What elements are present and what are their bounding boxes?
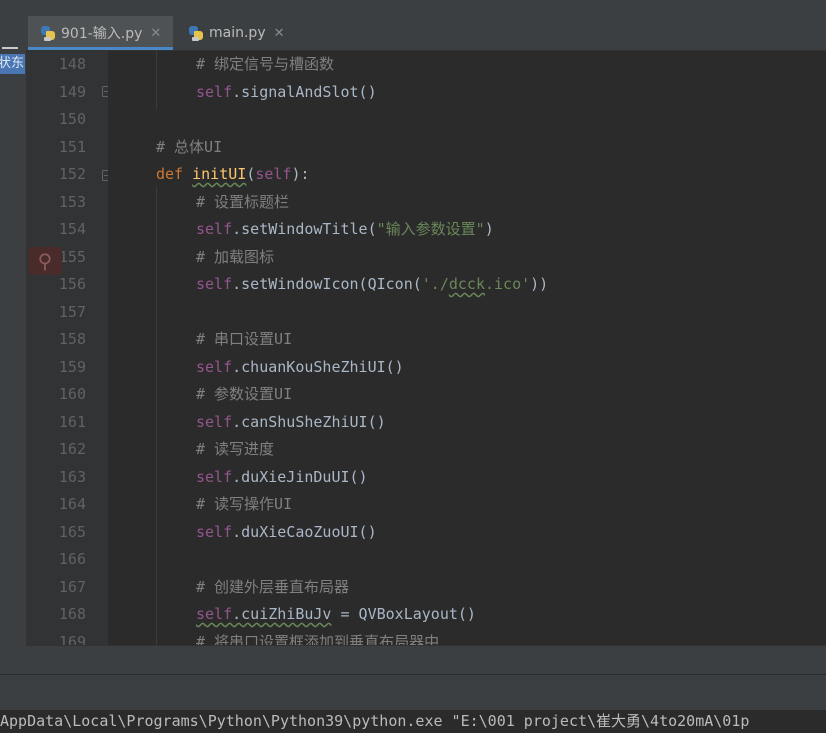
python-file-icon [188, 25, 204, 41]
editor-tab-bar: 901-输入.py ✕ main.py ✕ [26, 16, 826, 51]
code-line: # 总体UI [156, 138, 222, 156]
project-tool-label[interactable]: 状东 [0, 54, 25, 74]
tab-901-input-py[interactable]: 901-输入.py ✕ [28, 16, 173, 50]
code-comment: # 将串口设置框添加到垂直布局器中 [196, 633, 440, 645]
self-token: self [196, 605, 233, 623]
code-line: self.canShuSheZhiUI() [196, 413, 386, 431]
line-number: 162 [58, 440, 86, 458]
self-token: self [196, 358, 233, 376]
run-console-output: AppData\Local\Programs\Python\Python39\p… [0, 710, 826, 733]
code-line: # 设置标题栏 [196, 193, 289, 211]
code-line: self.chuanKouSheZhiUI() [196, 358, 404, 376]
string-literal: dcck [448, 275, 485, 293]
python-file-icon [40, 25, 56, 41]
line-number: 154 [58, 220, 86, 238]
line-number: 164 [58, 495, 86, 513]
code-line: self.signalAndSlot() [196, 83, 377, 101]
code-comment: # 总体UI [156, 138, 223, 156]
code-attribute: cuiZhiBuJv [241, 605, 332, 623]
code-line: # 读写操作UI [196, 495, 292, 513]
code-line: self.cuiZhiBuJv = QVBoxLayout() [196, 605, 476, 623]
code-line: # 读写进度 [196, 440, 274, 458]
line-number: 160 [58, 385, 86, 403]
line-number: 163 [58, 468, 86, 486]
code-text: .canShuSheZhiUI() [232, 413, 386, 431]
line-number: 161 [58, 413, 86, 431]
tool-window-strip [0, 16, 26, 674]
code-comment: # 参数设置UI [196, 385, 293, 403]
line-number: 158 [58, 330, 86, 348]
code-line: # 串口设置UI [196, 330, 292, 348]
self-token: self [196, 413, 233, 431]
tab-label: 901-输入.py [61, 26, 143, 42]
indent-guide [156, 51, 157, 109]
code-comment: # 设置标题栏 [196, 193, 290, 211]
code-text: .duXieJinDuUI() [232, 468, 368, 486]
code-text: ( [246, 165, 256, 183]
line-number-gutter[interactable]: 148 149 150 151 152 153 154 155 156 157 … [26, 51, 108, 651]
line-number: 166 [58, 550, 86, 568]
code-text: .signalAndSlot() [232, 83, 377, 101]
horizontal-scrollbar[interactable] [26, 645, 826, 675]
code-comment: # 绑定信号与槽函数 [196, 55, 335, 73]
line-number: 149 [58, 83, 86, 101]
code-comment: # 加载图标 [196, 248, 275, 266]
self-token: self [196, 220, 233, 238]
line-number: 156 [58, 275, 86, 293]
self-token: self [196, 523, 233, 541]
line-number: 165 [58, 523, 86, 541]
line-number: 157 [58, 303, 86, 321]
code-line: # 加载图标 [196, 248, 274, 266]
line-number: 159 [58, 358, 86, 376]
code-editor[interactable]: # 绑定信号与槽函数 self.signalAndSlot() # 总体UI d… [108, 51, 826, 645]
close-icon[interactable]: ✕ [274, 26, 285, 41]
code-text: = QVBoxLayout() [331, 605, 476, 623]
code-text: .duXieCaoZuoUI() [232, 523, 377, 541]
code-line: # 创建外层垂直布局器 [196, 578, 349, 596]
code-line: # 参数设置UI [196, 385, 292, 403]
self-token: self [196, 83, 233, 101]
code-text: .chuanKouSheZhiUI() [232, 358, 404, 376]
code-text: . [232, 605, 242, 623]
code-text: .setWindowTitle( [232, 220, 377, 238]
tab-main-py[interactable]: main.py ✕ [176, 16, 322, 50]
line-number: 150 [58, 110, 86, 128]
indent-guide [156, 187, 157, 645]
code-line: def initUI(self): [156, 165, 310, 183]
line-number: 152 [58, 165, 86, 183]
code-text: ) [484, 220, 494, 238]
line-number: 168 [58, 605, 86, 623]
collapse-icon[interactable] [2, 47, 18, 49]
code-text: .setWindowIcon(QIcon( [232, 275, 422, 293]
code-comment: # 读写操作UI [196, 495, 293, 513]
self-token: self [255, 165, 292, 183]
code-line: self.duXieJinDuUI() [196, 468, 368, 486]
code-line: self.setWindowTitle("输入参数设置") [196, 220, 494, 238]
function-name: initUI [192, 165, 247, 183]
line-number: 148 [58, 55, 86, 73]
close-icon[interactable]: ✕ [150, 26, 161, 41]
code-comment: # 读写进度 [196, 440, 275, 458]
search-lens-icon: ⚲ [28, 247, 62, 275]
string-literal: .ico' [485, 275, 531, 293]
run-panel-header [0, 674, 826, 711]
code-line: # 绑定信号与槽函数 [196, 55, 334, 73]
code-line: # 将串口设置框添加到垂直布局器中 [196, 633, 439, 645]
self-token: self [196, 275, 233, 293]
code-comment: # 串口设置UI [196, 330, 293, 348]
self-token: self [196, 468, 233, 486]
window-top-strip [0, 0, 826, 16]
string-literal: './ [421, 275, 449, 293]
keyword-token: def [156, 165, 184, 183]
tab-label: main.py [209, 25, 266, 41]
line-number: 151 [58, 138, 86, 156]
code-line: self.duXieCaoZuoUI() [196, 523, 377, 541]
code-line: self.setWindowIcon(QIcon('./dcck.ico')) [196, 275, 548, 293]
code-comment: # 创建外层垂直布局器 [196, 578, 350, 596]
string-literal: "输入参数设置" [376, 220, 485, 238]
code-text: ): [291, 165, 310, 183]
code-text: )) [530, 275, 549, 293]
line-number: 153 [58, 193, 86, 211]
line-number: 167 [58, 578, 86, 596]
